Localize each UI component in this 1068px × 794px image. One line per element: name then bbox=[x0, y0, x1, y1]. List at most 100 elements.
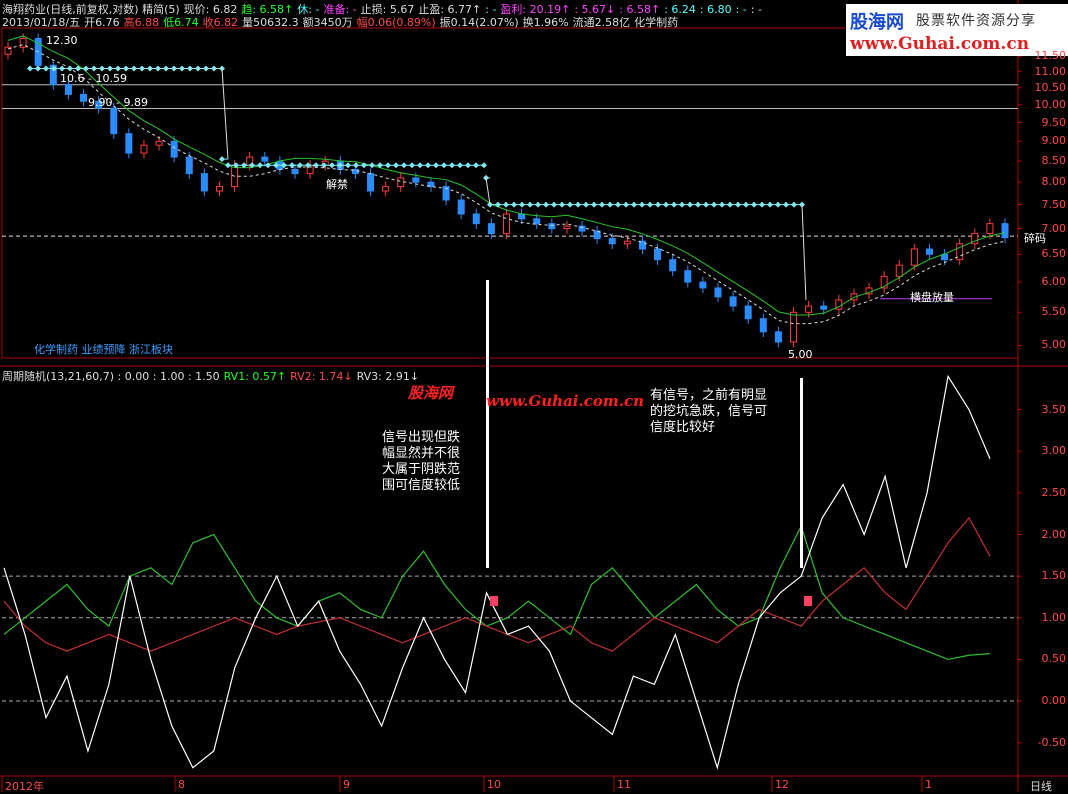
sector-text: 化学制药 业绩预降 浙江板块 bbox=[34, 343, 173, 356]
stop-marker bbox=[179, 65, 185, 72]
header-field: RV1: 0.57↑ bbox=[223, 370, 287, 383]
note-right-line: 信度比较好 bbox=[650, 420, 716, 435]
stop-marker bbox=[583, 201, 589, 208]
price-tick-label: 11.00 bbox=[1034, 64, 1067, 78]
header-field: 止损: 5.67 bbox=[360, 3, 415, 16]
stop-marker bbox=[257, 162, 263, 169]
candle-body bbox=[170, 140, 178, 158]
candle-body bbox=[714, 287, 722, 298]
price-tick-label: 7.50 bbox=[1041, 197, 1067, 211]
stop-marker bbox=[567, 201, 573, 208]
header-field: 额3450万 bbox=[302, 16, 353, 29]
candle-body bbox=[397, 177, 405, 188]
sideways-label: 横盘放量 bbox=[910, 291, 954, 304]
price-tick-label: 11.50 bbox=[1034, 49, 1067, 63]
stop-marker bbox=[345, 162, 351, 169]
stop-marker bbox=[107, 65, 113, 72]
stop-marker bbox=[473, 162, 479, 169]
stop-marker bbox=[417, 162, 423, 169]
stop-marker bbox=[615, 201, 621, 208]
header-field: 化学制药 bbox=[634, 16, 679, 29]
stop-marker bbox=[27, 65, 33, 72]
stop-marker bbox=[647, 201, 653, 208]
indicator-series-line bbox=[3, 524, 991, 661]
stop-marker bbox=[155, 65, 161, 72]
stop-marker bbox=[409, 162, 415, 169]
stop-marker bbox=[353, 162, 359, 169]
unlock-label: 解禁 bbox=[326, 178, 348, 191]
candle-body bbox=[699, 281, 707, 289]
header-field: : - bbox=[735, 3, 747, 16]
stop-marker bbox=[543, 201, 549, 208]
stop-marker bbox=[481, 162, 487, 169]
stop-marker bbox=[527, 201, 533, 208]
stop-marker bbox=[67, 65, 73, 72]
stop-marker bbox=[369, 162, 375, 169]
stop-marker bbox=[775, 201, 781, 208]
stop-marker bbox=[329, 162, 335, 169]
header-field: 开6.76 bbox=[84, 16, 120, 29]
price-tick-label: 6.00 bbox=[1041, 275, 1067, 289]
stop-marker bbox=[535, 201, 541, 208]
candle-body bbox=[261, 156, 269, 162]
stop-marker bbox=[59, 65, 65, 72]
time-tick-label: 9 bbox=[343, 778, 350, 791]
candle-body bbox=[487, 223, 495, 235]
stop-marker bbox=[687, 201, 693, 208]
indicator-tick-label: 0.50 bbox=[1041, 652, 1067, 666]
stop-marker bbox=[131, 65, 137, 72]
candle-body bbox=[895, 264, 903, 277]
candle-body bbox=[80, 93, 88, 102]
level-label-1: 10.6 - 10.59 bbox=[60, 72, 127, 85]
stop-marker bbox=[575, 201, 581, 208]
stop-marker bbox=[91, 65, 97, 72]
candle-body bbox=[185, 156, 193, 175]
indicator-series-line bbox=[3, 374, 991, 770]
price-tick-label: 10.00 bbox=[1034, 97, 1067, 111]
stop-marker bbox=[759, 201, 765, 208]
stop-marker bbox=[195, 65, 201, 72]
indicator-tick-label: 0.00 bbox=[1041, 694, 1067, 708]
header-field: 趋: 6.58↑ bbox=[241, 3, 294, 16]
time-tick-label: 1 bbox=[925, 778, 932, 791]
candle-body bbox=[1001, 223, 1009, 239]
candle-body bbox=[729, 296, 737, 307]
stop-marker bbox=[203, 65, 209, 72]
indicator-tick-label: 3.50 bbox=[1041, 402, 1067, 416]
time-tick-label: 10 bbox=[487, 778, 501, 791]
stop-marker bbox=[791, 201, 797, 208]
note-right-line: 的挖坑急跌，信号可 bbox=[650, 404, 768, 419]
candle-body bbox=[110, 107, 118, 135]
stop-marker bbox=[433, 162, 439, 169]
header-field: RV2: 1.74↓ bbox=[290, 370, 353, 383]
header-field: 2013/01/18/五 bbox=[2, 16, 81, 29]
stop-marker bbox=[83, 65, 89, 72]
candle-body bbox=[623, 240, 631, 245]
price-tick-label: 5.50 bbox=[1041, 305, 1067, 319]
price-tick-label: 5.00 bbox=[1041, 338, 1067, 352]
stop-marker bbox=[783, 201, 789, 208]
header-field: 流通2.58亿 bbox=[572, 16, 631, 29]
candle-body bbox=[518, 213, 526, 220]
stop-marker bbox=[679, 201, 685, 208]
stop-marker bbox=[607, 201, 613, 208]
stop-marker bbox=[695, 201, 701, 208]
stop-marker bbox=[599, 201, 605, 208]
stop-marker bbox=[503, 201, 509, 208]
price-tick-label: 10.50 bbox=[1034, 80, 1067, 94]
candle-body bbox=[457, 199, 465, 215]
candle-body bbox=[472, 213, 480, 225]
indicator-series-line bbox=[3, 516, 991, 652]
stop-marker bbox=[99, 65, 105, 72]
quote-header-line2: 2013/01/18/五 开6.76 高6.88 低6.74 收6.82 量50632.3… bbox=[2, 16, 682, 29]
header-field: 止盈: 6.77↑ bbox=[418, 3, 482, 16]
header-field: 换1.96% bbox=[522, 16, 569, 29]
indicator-tick-label: 1.50 bbox=[1041, 569, 1067, 583]
indicator-tick-label: 1.00 bbox=[1041, 610, 1067, 624]
stop-marker bbox=[123, 65, 129, 72]
stop-marker bbox=[703, 201, 709, 208]
indicator-tick-label: 2.50 bbox=[1041, 485, 1067, 499]
candle-body bbox=[669, 259, 677, 272]
stop-marker bbox=[225, 162, 231, 169]
candle-body bbox=[744, 305, 752, 320]
